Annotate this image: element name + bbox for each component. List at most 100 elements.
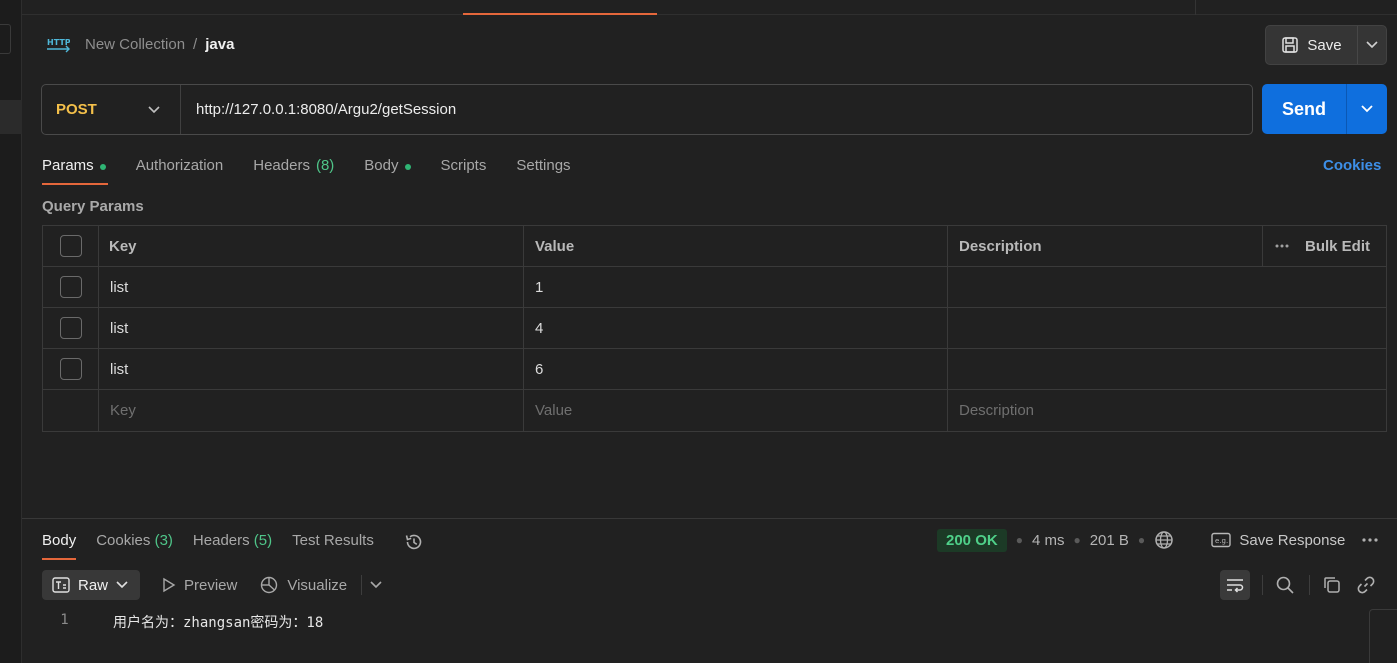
param-description-field[interactable]: [948, 308, 1386, 348]
sidebar-selected-fragment[interactable]: [0, 100, 22, 134]
response-tab-test-results[interactable]: Test Results: [292, 530, 374, 560]
table-header-row: Key Value Description Bulk Edit: [43, 226, 1386, 267]
column-header-value: Value: [524, 226, 948, 266]
tab-settings[interactable]: Settings: [516, 155, 570, 185]
save-label: Save: [1307, 36, 1342, 54]
save-button-group: Save: [1265, 25, 1387, 65]
link-icon: [1357, 576, 1375, 594]
meta-separator: ●: [1073, 533, 1081, 547]
more-options-icon[interactable]: [1362, 538, 1378, 542]
response-body-line: 1 用户名为：zhangsan密码为：18: [42, 612, 323, 632]
breadcrumb-collection[interactable]: New Collection: [85, 36, 185, 53]
send-options-button[interactable]: [1347, 84, 1387, 134]
select-all-checkbox[interactable]: [59, 235, 82, 257]
format-raw-select[interactable]: Raw: [42, 570, 140, 600]
history-icon[interactable]: [404, 532, 424, 552]
response-tab-body[interactable]: Body: [42, 530, 77, 560]
method-select[interactable]: POST: [42, 85, 181, 134]
send-button-group: Send: [1262, 84, 1387, 134]
param-description-field[interactable]: [948, 267, 1386, 307]
response-tab-test-results-label: Test Results: [292, 532, 374, 549]
params-active-dot: [99, 164, 106, 170]
tab-body-label: Body: [364, 157, 399, 174]
method-label: POST: [56, 101, 97, 118]
new-key-input[interactable]: Key: [99, 390, 524, 431]
url-input[interactable]: http://127.0.0.1:8080/Argu2/getSession: [181, 101, 456, 118]
response-toolbar: Raw Preview Visualize: [42, 570, 382, 600]
row-checkbox[interactable]: [59, 276, 82, 298]
body-active-dot: [404, 164, 411, 170]
query-params-title: Query Params: [42, 198, 144, 215]
row-check-cell: [43, 267, 99, 307]
save-button[interactable]: Save: [1266, 26, 1358, 64]
table-row-empty: Key Value Description: [43, 390, 1386, 431]
more-options-icon[interactable]: [1275, 244, 1289, 248]
row-checkbox[interactable]: [59, 358, 82, 380]
tab-body[interactable]: Body: [364, 155, 411, 185]
new-description-input[interactable]: Description: [948, 390, 1386, 431]
breadcrumb-request-name[interactable]: java: [205, 36, 234, 53]
param-value-field[interactable]: 6: [524, 349, 948, 389]
preview-button[interactable]: Preview: [162, 577, 237, 594]
tab-headers[interactable]: Headers (8): [253, 155, 334, 185]
param-key-field[interactable]: list: [99, 308, 524, 348]
meta-separator: ●: [1015, 533, 1023, 547]
headers-count: (8): [315, 157, 335, 174]
request-header: HTTP New Collection / java Save: [22, 16, 1397, 76]
play-icon: [163, 577, 176, 593]
toolbar-separator: [361, 575, 363, 595]
param-key-field[interactable]: list: [99, 349, 524, 389]
tab-authorization[interactable]: Authorization: [136, 155, 224, 185]
param-description-field[interactable]: [948, 349, 1386, 389]
row-checkbox[interactable]: [59, 317, 82, 339]
response-tabs: Body Cookies (3) Headers (5) Test Result…: [42, 530, 424, 560]
link-button[interactable]: [1356, 575, 1376, 595]
toolbar-separator: [1262, 575, 1263, 595]
toolbar-separator: [1309, 575, 1310, 595]
response-divider[interactable]: [22, 518, 1397, 519]
tab-params[interactable]: Params: [42, 155, 108, 185]
tab-scripts[interactable]: Scripts: [441, 155, 487, 185]
breadcrumb: New Collection / java: [85, 36, 234, 53]
svg-text:e.g.: e.g.: [1215, 537, 1228, 545]
minimap-scrollbar[interactable]: [1369, 609, 1397, 663]
param-key-field[interactable]: list: [99, 267, 524, 307]
raw-label: Raw: [78, 576, 109, 594]
response-headers-count: (5): [253, 532, 273, 549]
bulk-edit-cell: Bulk Edit: [1263, 226, 1386, 266]
save-options-button[interactable]: [1358, 26, 1386, 64]
tab-scripts-label: Scripts: [440, 157, 487, 174]
select-all-cell: [43, 226, 99, 266]
response-meta: 200 OK ● 4 ms ● 201 B ● ● e.g. Save Resp…: [937, 527, 1378, 553]
bulk-edit-button[interactable]: Bulk Edit: [1305, 238, 1370, 255]
globe-icon[interactable]: [1154, 530, 1174, 550]
chevron-down-icon[interactable]: [370, 581, 382, 589]
param-value-field[interactable]: 1: [524, 267, 948, 307]
url-bar: POST http://127.0.0.1:8080/Argu2/getSess…: [41, 84, 1253, 135]
response-tab-cookies[interactable]: Cookies (3): [96, 530, 173, 560]
search-icon: [1276, 576, 1294, 594]
param-value-field[interactable]: 4: [524, 308, 948, 348]
chevron-down-icon: [148, 105, 160, 113]
save-icon: [1282, 37, 1299, 53]
response-size[interactable]: 201 B: [1090, 532, 1129, 549]
response-time[interactable]: 4 ms: [1032, 532, 1065, 549]
status-badge[interactable]: 200 OK: [937, 528, 1007, 552]
cookies-link[interactable]: Cookies: [1323, 157, 1381, 174]
search-button[interactable]: [1275, 575, 1295, 595]
visualize-button[interactable]: Visualize: [259, 575, 347, 595]
response-tab-headers[interactable]: Headers (5): [193, 530, 272, 560]
chevron-down-icon: [1366, 41, 1378, 49]
raw-text-icon: [52, 577, 70, 593]
preview-label: Preview: [184, 576, 238, 594]
send-button[interactable]: Send: [1262, 84, 1347, 134]
new-value-input[interactable]: Value: [524, 390, 948, 431]
copy-button[interactable]: [1322, 575, 1342, 595]
wrap-lines-button[interactable]: [1220, 570, 1250, 600]
line-content[interactable]: 用户名为：zhangsan密码为：18: [87, 612, 323, 632]
tab-params-label: Params: [42, 157, 94, 174]
sidebar-fragment[interactable]: [0, 24, 11, 54]
save-response-button[interactable]: e.g. Save Response: [1211, 532, 1345, 549]
response-tab-cookies-label: Cookies: [96, 532, 151, 549]
breadcrumb-separator: /: [193, 36, 198, 53]
